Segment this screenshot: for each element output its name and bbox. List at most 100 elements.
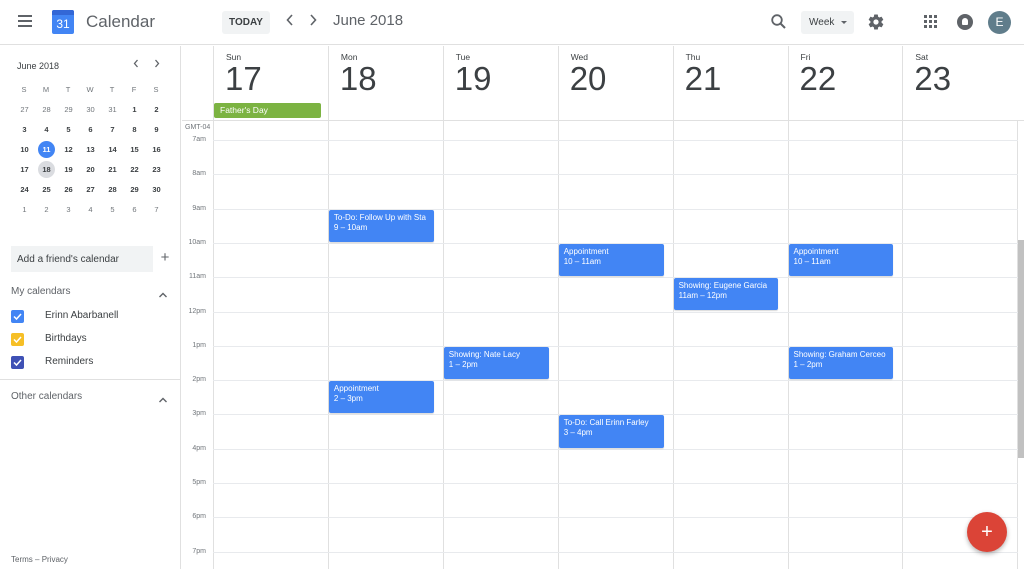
calendar-item[interactable]: Erinn Abarbanell <box>11 308 171 326</box>
mini-calendar-day[interactable]: 5 <box>101 200 123 220</box>
mini-calendar-day-number: 12 <box>64 145 73 154</box>
mini-calendar-day[interactable]: 28 <box>101 180 123 200</box>
today-button[interactable]: TODAY <box>222 11 270 34</box>
mini-calendar-day[interactable]: 30 <box>79 100 101 120</box>
create-event-button[interactable]: + <box>967 512 1007 552</box>
checkbox-checked-icon[interactable] <box>11 310 24 323</box>
other-calendars-header[interactable]: Other calendars <box>11 391 82 402</box>
privacy-link[interactable]: Privacy <box>42 555 68 564</box>
mini-calendar-day[interactable]: 7 <box>145 200 167 220</box>
mini-calendar-day[interactable]: 1 <box>123 100 145 120</box>
mini-calendar-day[interactable]: 13 <box>79 140 101 160</box>
mini-calendar-day[interactable]: 14 <box>101 140 123 160</box>
mini-calendar-day-number: 31 <box>108 105 117 114</box>
mini-calendar-day[interactable]: 30 <box>145 180 167 200</box>
mini-calendar-day[interactable]: 29 <box>57 100 79 120</box>
all-day-event[interactable]: Father's Day <box>214 103 321 118</box>
add-calendar-plus-icon[interactable]: + <box>158 249 172 267</box>
mini-calendar-weekday: T <box>109 85 115 94</box>
mini-calendar-day[interactable]: 27 <box>13 100 35 120</box>
previous-week-button[interactable] <box>282 12 298 32</box>
terms-link[interactable]: Terms <box>11 555 33 564</box>
mini-calendar-day[interactable]: 3 <box>57 200 79 220</box>
mini-calendar-day-selected[interactable]: 18 <box>35 160 57 180</box>
mini-calendar-day[interactable]: 17 <box>13 160 35 180</box>
mini-calendar-day[interactable]: 3 <box>13 120 35 140</box>
mini-calendar-day[interactable]: 9 <box>145 120 167 140</box>
calendar-event[interactable]: To-Do: Follow Up with Sta 9 – 10am <box>328 209 434 242</box>
calendar-event[interactable]: Appointment 10 – 11am <box>558 243 664 277</box>
calendar-event[interactable]: Showing: Eugene Garcia 11am – 12pm <box>673 278 779 311</box>
event-title: To-Do: Call Erinn Farley <box>563 418 649 428</box>
mini-calendar-day[interactable]: 16 <box>145 140 167 160</box>
checkbox-checked-icon[interactable] <box>11 356 24 369</box>
mini-calendar-day-number: 15 <box>130 145 139 154</box>
add-friend-calendar-input[interactable] <box>11 246 153 272</box>
next-week-button[interactable] <box>305 12 321 32</box>
calendar-event[interactable]: Appointment 2 – 3pm <box>328 381 434 414</box>
mini-calendar-day-number: 5 <box>66 125 71 134</box>
notifications-icon[interactable] <box>957 14 973 30</box>
mini-calendar-day[interactable]: 23 <box>145 160 167 180</box>
mini-calendar-day[interactable]: 2 <box>35 200 57 220</box>
view-switcher-dropdown[interactable]: Week <box>801 11 854 34</box>
day-number[interactable]: 22 <box>800 60 837 98</box>
main-menu-icon[interactable] <box>18 15 32 27</box>
checkbox-checked-icon[interactable] <box>11 333 24 346</box>
mini-calendar-day[interactable]: 28 <box>35 100 57 120</box>
mini-calendar-day[interactable]: 4 <box>79 200 101 220</box>
mini-calendar-day[interactable]: 12 <box>57 140 79 160</box>
mini-calendar-day[interactable]: 27 <box>79 180 101 200</box>
mini-calendar-day[interactable]: 21 <box>101 160 123 180</box>
calendar-item[interactable]: Reminders <box>11 354 171 372</box>
mini-calendar-day[interactable]: 7 <box>101 120 123 140</box>
mini-calendar-day[interactable]: 22 <box>123 160 145 180</box>
day-number[interactable]: 23 <box>914 60 951 98</box>
gear-icon[interactable] <box>867 13 885 31</box>
mini-calendar-day-number: 4 <box>44 125 49 134</box>
mini-calendar-day[interactable]: 6 <box>123 200 145 220</box>
vertical-scrollbar[interactable] <box>1018 240 1024 458</box>
day-number[interactable]: 19 <box>455 60 492 98</box>
apps-grid-icon[interactable] <box>924 15 938 29</box>
footer-links: Terms – Privacy <box>11 555 68 564</box>
chevron-up-icon[interactable] <box>158 391 170 403</box>
mini-calendar-next-button[interactable] <box>151 59 163 71</box>
mini-calendar-day-today[interactable]: 11 <box>35 140 57 160</box>
mini-calendar-day[interactable]: 24 <box>13 180 35 200</box>
calendar-item[interactable]: Birthdays <box>11 331 171 349</box>
chevron-up-icon[interactable] <box>158 286 170 298</box>
mini-calendar-day[interactable]: 5 <box>57 120 79 140</box>
calendar-event[interactable]: Showing: Nate Lacy 1 – 2pm <box>443 346 549 380</box>
mini-calendar-day[interactable]: 29 <box>123 180 145 200</box>
account-avatar[interactable]: E <box>988 11 1011 34</box>
mini-calendar-day[interactable]: 1 <box>13 200 35 220</box>
calendar-event[interactable]: To-Do: Call Erinn Farley 3 – 4pm <box>558 415 664 448</box>
mini-calendar-day[interactable]: 25 <box>35 180 57 200</box>
chevron-left-icon <box>133 59 138 68</box>
mini-calendar-day[interactable]: 4 <box>35 120 57 140</box>
mini-calendar-day[interactable]: 26 <box>57 180 79 200</box>
day-number[interactable]: 20 <box>570 60 607 98</box>
mini-calendar-day[interactable]: 6 <box>79 120 101 140</box>
mini-calendar-prev-button[interactable] <box>130 59 142 71</box>
mini-calendar-day[interactable]: 20 <box>79 160 101 180</box>
my-calendars-header[interactable]: My calendars <box>11 286 70 297</box>
day-number[interactable]: 18 <box>340 60 377 98</box>
day-column-header: Mon 18 <box>327 46 443 120</box>
mini-calendar-day[interactable]: 15 <box>123 140 145 160</box>
day-number[interactable]: 21 <box>685 60 722 98</box>
mini-calendar-day[interactable]: 8 <box>123 120 145 140</box>
mini-calendar-day-number: 7 <box>110 125 115 134</box>
mini-calendar-day[interactable]: 31 <box>101 100 123 120</box>
calendar-event[interactable]: Appointment 10 – 11am <box>788 243 894 277</box>
mini-calendar-day[interactable]: 19 <box>57 160 79 180</box>
mini-calendar-day[interactable]: 10 <box>13 140 35 160</box>
event-title: Appointment <box>793 246 839 256</box>
mini-calendar-day[interactable]: 2 <box>145 100 167 120</box>
day-number[interactable]: 17 <box>225 60 262 98</box>
search-icon[interactable] <box>770 13 788 31</box>
mini-calendar-weekday: S <box>153 85 159 94</box>
calendar-event[interactable]: Showing: Graham Cerceo 1 – 2pm <box>788 346 894 380</box>
calendar-item-label: Erinn Abarbanell <box>45 310 119 321</box>
